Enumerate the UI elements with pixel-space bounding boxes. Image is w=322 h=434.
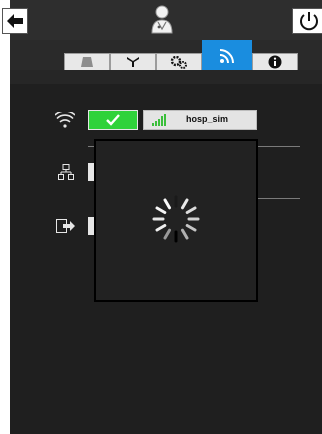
tab-divider: [10, 70, 322, 84]
wifi-enabled-checkbox[interactable]: [88, 110, 138, 130]
checkmark-icon: [106, 114, 120, 126]
tab-bed[interactable]: [64, 53, 110, 71]
tab-network[interactable]: [202, 40, 252, 71]
gears-icon: [170, 55, 187, 69]
wifi-broadcast-icon: [219, 48, 234, 63]
ssid-label: hosp_sim: [186, 114, 229, 124]
signal-bars-icon: [152, 114, 166, 126]
power-icon: [300, 12, 318, 31]
spinner-icon: [152, 195, 200, 243]
info-icon: [268, 55, 282, 69]
tab-antenna[interactable]: [110, 53, 156, 71]
loading-dialog: [94, 139, 258, 302]
bed-icon: [81, 57, 93, 67]
ssid-selector[interactable]: hosp_sim: [143, 110, 257, 130]
antenna-icon: [127, 57, 139, 67]
doctor-avatar-icon: [151, 5, 173, 34]
tab-info[interactable]: [252, 53, 298, 71]
network-tree-icon: [58, 164, 74, 180]
back-button[interactable]: [2, 8, 28, 34]
power-button[interactable]: [292, 8, 322, 34]
tab-settings[interactable]: [156, 53, 202, 71]
export-icon: [56, 219, 75, 233]
wifi-icon: [55, 112, 75, 128]
left-arrow-icon: [7, 14, 23, 28]
separator-line: [258, 198, 300, 199]
